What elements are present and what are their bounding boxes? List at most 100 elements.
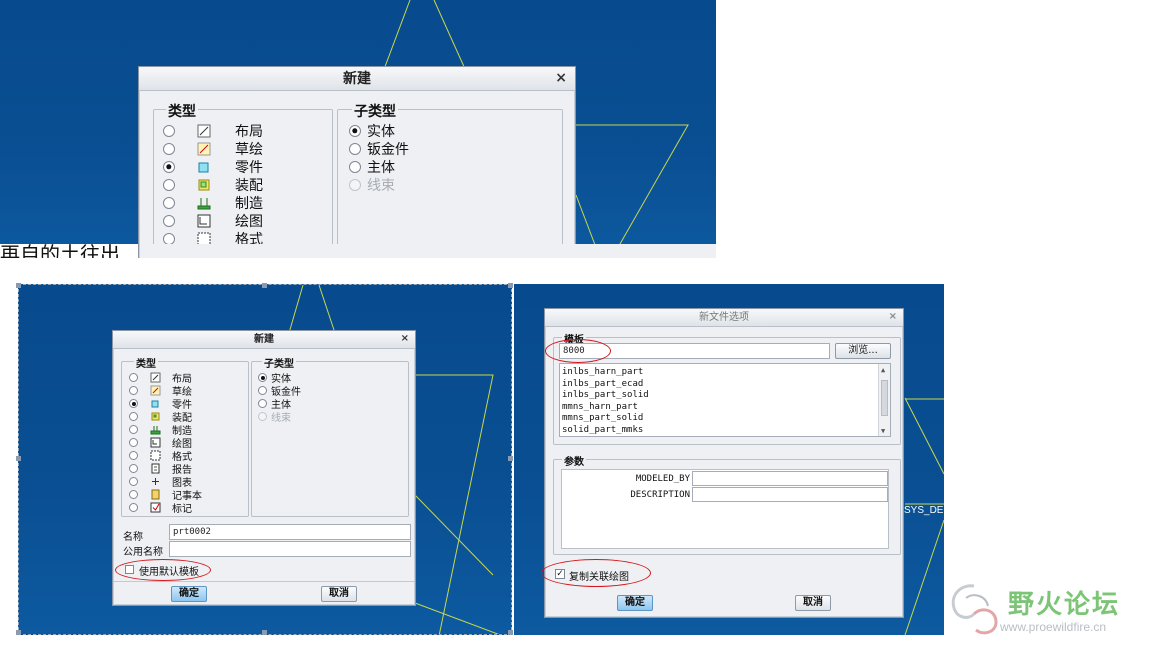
param-value-field[interactable] [692, 487, 888, 502]
radio-button[interactable] [163, 143, 175, 155]
template-list-item[interactable]: mmns_part_solid [562, 413, 649, 425]
radio-button[interactable] [163, 179, 175, 191]
type-option-label: 布局 [235, 124, 263, 140]
type-option-10[interactable]: 标记 [129, 500, 192, 515]
radio-button[interactable] [129, 399, 138, 408]
subtype-option-2[interactable]: 主体 [349, 157, 395, 177]
radio-button[interactable] [129, 451, 138, 460]
radio-button[interactable] [129, 503, 138, 512]
type-option-3[interactable]: 装配 [163, 175, 263, 195]
scroll-thumb[interactable] [881, 380, 888, 416]
dialog-title: 新文件选项 [545, 309, 903, 327]
radio-button[interactable] [129, 490, 138, 499]
report-icon [151, 463, 160, 474]
param-value-field[interactable] [692, 471, 888, 486]
param-name: DESCRIPTION [630, 490, 690, 500]
top-viewport-background: 新建 × 类型 子类型 布局 草绘 零件 装配 制造 绘图 格式 报告 实体 钣金件 主体 线束 再… [0, 0, 716, 258]
close-icon[interactable]: × [401, 333, 409, 344]
drawing-icon [150, 437, 161, 448]
close-icon[interactable]: × [555, 70, 567, 86]
name-label: 名称 [123, 532, 143, 543]
cancel-button[interactable]: 取消 [321, 586, 357, 602]
template-list-item[interactable]: inlbs_part_ecad [562, 379, 649, 391]
subtype-option-3: 线束 [258, 409, 291, 424]
report-icon [198, 250, 210, 258]
radio-button [349, 179, 361, 191]
list-scrollbar[interactable]: ▲ ▼ [878, 364, 890, 436]
radio-button[interactable] [129, 425, 138, 434]
radio-button[interactable] [129, 373, 138, 382]
radio-button[interactable] [163, 161, 175, 173]
type-option-label: 报告 [235, 250, 263, 258]
type-option-1[interactable]: 草绘 [163, 139, 263, 159]
template-list-item[interactable]: solid_part_mmks [562, 425, 649, 436]
subtype-option-label: 实体 [367, 124, 395, 140]
radio-button [258, 412, 267, 421]
radio-button[interactable] [349, 125, 361, 137]
radio-button[interactable] [258, 373, 267, 382]
assembly-icon [198, 179, 210, 191]
type-option-5[interactable]: 绘图 [163, 211, 263, 231]
template-list-item[interactable]: mmns_harn_part [562, 402, 649, 414]
notebook-icon [151, 489, 160, 500]
template-list-item[interactable]: inlbs_harn_part [562, 367, 649, 379]
radio-button[interactable] [349, 161, 361, 173]
layout-icon [150, 372, 161, 383]
type-option-label: 零件 [235, 160, 263, 176]
manufacturing-icon [150, 426, 161, 435]
ok-button[interactable]: 确定 [171, 586, 207, 602]
new-dialog-top: 新建 × 类型 子类型 布局 草绘 零件 装配 制造 绘图 格式 报告 实体 钣金件 主体 线束 [138, 66, 576, 258]
radio-button[interactable] [349, 143, 361, 155]
cancel-button[interactable]: 取消 [795, 595, 831, 611]
type-group-label: 类型 [166, 101, 198, 121]
radio-button[interactable] [163, 251, 175, 258]
common-name-label: 公用名称 [123, 547, 163, 558]
scroll-up-icon[interactable]: ▲ [881, 366, 885, 374]
sys-def-label: SYS_DEF [904, 505, 944, 516]
type-option-7[interactable]: 报告 [163, 247, 263, 258]
part-icon [151, 400, 159, 408]
subtype-option-label: 主体 [367, 160, 395, 176]
sketch-icon [197, 142, 211, 156]
subtype-group-label: 子类型 [262, 355, 296, 370]
name-field[interactable]: prt0002 [169, 524, 411, 540]
close-icon[interactable]: × [889, 311, 897, 322]
type-option-label: 标记 [172, 504, 192, 515]
radio-button[interactable] [163, 215, 175, 227]
radio-button[interactable] [129, 438, 138, 447]
template-list[interactable]: inlbs_harn_part inlbs_part_ecad inlbs_part… [559, 363, 891, 437]
type-option-4[interactable]: 制造 [163, 193, 263, 213]
radio-button[interactable] [129, 412, 138, 421]
scroll-down-icon[interactable]: ▼ [881, 427, 885, 435]
subtype-option-0[interactable]: 实体 [349, 121, 395, 141]
radio-button[interactable] [258, 399, 267, 408]
template-list-item[interactable]: inlbs_part_solid [562, 390, 649, 402]
new-dialog: 新建 × 类型 子类型 布局 草绘 零件 装配 制造 绘图 格式 报告 图表 记事本 标记 实体 钣金… [112, 330, 416, 606]
radio-button[interactable] [129, 386, 138, 395]
type-option-label: 草绘 [235, 142, 263, 158]
radio-button[interactable] [258, 386, 267, 395]
dialog-title: 新建 [139, 67, 575, 91]
radio-button[interactable] [163, 125, 175, 137]
radio-button[interactable] [129, 477, 138, 486]
watermark-name: 野火论坛 [1008, 590, 1121, 620]
type-option-0[interactable]: 布局 [163, 121, 263, 141]
param-row: MODELED_BY [562, 471, 888, 487]
assembly-icon [151, 412, 160, 421]
type-option-6[interactable]: 格式 [163, 229, 263, 249]
radio-button[interactable] [163, 197, 175, 209]
type-option-label: 装配 [235, 178, 263, 194]
ok-button[interactable]: 确定 [617, 595, 653, 611]
layout-icon [197, 124, 211, 138]
browse-button[interactable]: 浏览... [835, 343, 891, 359]
subtype-group-label: 子类型 [352, 101, 398, 121]
radio-button[interactable] [129, 464, 138, 473]
subtype-option-1[interactable]: 钣金件 [349, 139, 409, 159]
highlight-ellipse [545, 339, 611, 363]
type-option-2[interactable]: 零件 [163, 157, 263, 177]
common-name-field[interactable] [169, 541, 411, 557]
highlight-ellipse [115, 559, 211, 581]
param-row: DESCRIPTION [562, 487, 888, 503]
radio-button[interactable] [163, 233, 175, 245]
button-separator [113, 581, 415, 582]
